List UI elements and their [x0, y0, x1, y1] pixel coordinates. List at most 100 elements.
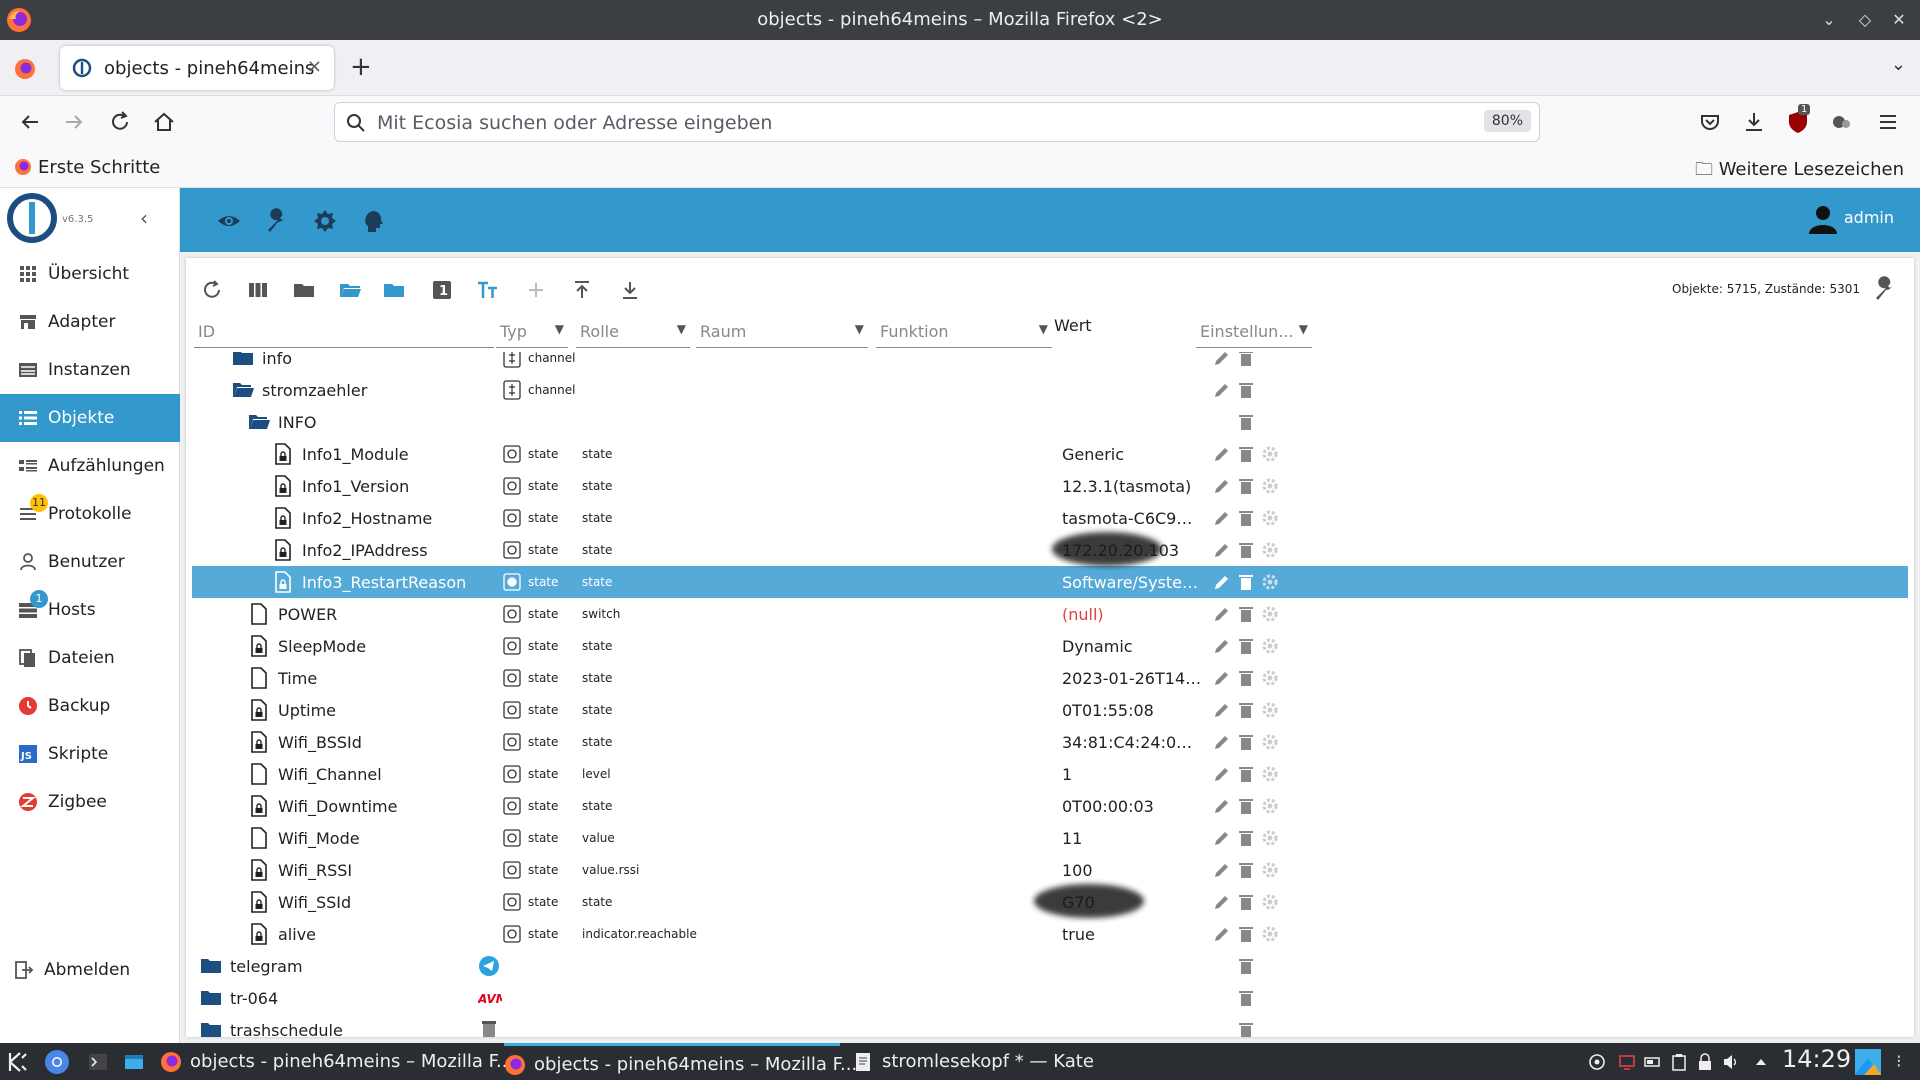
ublock-extension-icon[interactable]: 1	[1784, 104, 1812, 136]
upload-icon[interactable]	[570, 278, 594, 302]
object-value[interactable]: 11	[1062, 829, 1202, 848]
close-window-button[interactable]: ✕	[1888, 9, 1910, 31]
tab-list-chevron-icon[interactable]: ⌄	[1891, 54, 1906, 75]
reload-icon[interactable]	[106, 108, 134, 136]
object-value[interactable]: Software/System…	[1062, 573, 1202, 592]
user-name[interactable]: admin	[1844, 208, 1894, 227]
edit-pencil-icon[interactable]	[1212, 700, 1232, 720]
edit-pencil-icon[interactable]	[1212, 476, 1232, 496]
terminal-icon[interactable]	[88, 1052, 108, 1072]
tree-row-tr-064[interactable]: tr-064 AVM	[192, 982, 1908, 1014]
edit-pencil-icon[interactable]	[1212, 796, 1232, 816]
delete-trash-icon[interactable]	[1236, 508, 1256, 528]
chromium-icon[interactable]	[44, 1049, 70, 1075]
raum-filter-select[interactable]: Raum ▼	[696, 314, 868, 348]
tree-row-info[interactable]: info channel	[192, 352, 1908, 374]
settings-gear-icon[interactable]	[1260, 636, 1280, 656]
tree-row-alive[interactable]: alive state indicator.reachable true	[192, 918, 1908, 950]
tray-lock-icon[interactable]	[1696, 1053, 1714, 1071]
settings-gear-icon[interactable]	[1260, 476, 1280, 496]
new-tab-button[interactable]: +	[350, 54, 372, 80]
tree-row-power[interactable]: POWER state switch (null)	[192, 598, 1908, 630]
taskbar-clock[interactable]: 14:29	[1782, 1045, 1851, 1073]
delete-trash-icon[interactable]	[1236, 604, 1256, 624]
delete-trash-icon[interactable]	[1236, 732, 1256, 752]
refresh-icon[interactable]	[200, 278, 224, 302]
pocket-icon[interactable]	[1696, 108, 1724, 136]
edit-pencil-icon[interactable]	[1212, 860, 1232, 880]
object-value[interactable]: Dynamic	[1062, 637, 1202, 656]
tray-updates-icon[interactable]	[1588, 1053, 1606, 1071]
settings-gear-icon[interactable]	[1260, 508, 1280, 528]
tray-overflow-icon[interactable]: ⁝	[1896, 1051, 1902, 1072]
tree-row-info1-module[interactable]: Info1_Module state state Generic	[192, 438, 1908, 470]
sidebar-item-skripte[interactable]: JS Skripte	[0, 730, 180, 778]
edit-pencil-icon[interactable]	[1212, 572, 1232, 592]
delete-trash-icon[interactable]	[1236, 764, 1256, 784]
columns-icon[interactable]	[246, 278, 270, 302]
delete-trash-icon[interactable]	[1236, 444, 1256, 464]
tray-volume-icon[interactable]	[1722, 1053, 1740, 1071]
delete-trash-icon[interactable]	[1236, 636, 1256, 656]
text-size-icon[interactable]	[476, 278, 500, 302]
settings-wrench-icon[interactable]	[1872, 276, 1898, 302]
tree-row-wifi-rssi[interactable]: Wifi_RSSI state value.rssi 100	[192, 854, 1908, 886]
tab-close-icon[interactable]: ×	[307, 56, 322, 77]
edit-pencil-icon[interactable]	[1212, 732, 1232, 752]
settings-gear-icon[interactable]	[1260, 604, 1280, 624]
settings-gear-icon[interactable]	[1260, 444, 1280, 464]
object-value[interactable]: 12.3.1(tasmota)	[1062, 477, 1202, 496]
sidebar-item-aufzaehlungen[interactable]: Aufzählungen	[0, 442, 180, 490]
tray-expand-arrow-icon[interactable]	[1752, 1053, 1770, 1071]
tree-row-wifi-channel[interactable]: Wifi_Channel state level 1	[192, 758, 1908, 790]
object-value[interactable]: Generic	[1062, 445, 1202, 464]
object-value[interactable]: 100	[1062, 861, 1202, 880]
object-value[interactable]: true	[1062, 925, 1202, 944]
home-icon[interactable]	[150, 108, 178, 136]
tray-display-icon[interactable]	[1618, 1053, 1636, 1071]
delete-trash-icon[interactable]	[1236, 476, 1256, 496]
sidebar-item-objekte[interactable]: Objekte	[0, 394, 180, 442]
edit-pencil-icon[interactable]	[1212, 352, 1232, 368]
delete-trash-icon[interactable]	[1236, 892, 1256, 912]
tree-row-time[interactable]: Time state state 2023-01-26T14:2…	[192, 662, 1908, 694]
sidebar-item-uebersicht[interactable]: Übersicht	[0, 250, 180, 298]
delete-trash-icon[interactable]	[1236, 956, 1256, 976]
settings-gear-icon[interactable]	[1260, 540, 1280, 560]
collapse-all-folder-icon[interactable]	[382, 278, 406, 302]
sidebar-item-zigbee[interactable]: Zigbee	[0, 778, 180, 826]
expand-all-folder-icon[interactable]	[338, 278, 362, 302]
object-value[interactable]: tasmota-C6C98D…	[1062, 509, 1202, 528]
settings-gear-icon[interactable]	[1260, 764, 1280, 784]
edit-pencil-icon[interactable]	[1212, 668, 1232, 688]
taskbar-firefox-window-1[interactable]: objects - pineh64meins – Mozilla F...	[160, 1043, 513, 1080]
sidebar-item-backup[interactable]: Backup	[0, 682, 180, 730]
id-filter-input[interactable]: ID	[194, 314, 494, 348]
funktion-filter-select[interactable]: Funktion ▼	[876, 314, 1052, 348]
collapse-sidebar-chevron-icon[interactable]: ‹	[140, 206, 148, 230]
edit-pencil-icon[interactable]	[1212, 540, 1232, 560]
edit-pencil-icon[interactable]	[1212, 380, 1232, 400]
maximize-button[interactable]: ◇	[1854, 9, 1876, 31]
folder-icon[interactable]	[292, 278, 316, 302]
object-value[interactable]: 1	[1062, 765, 1202, 784]
brightness-icon[interactable]	[312, 208, 338, 234]
edit-pencil-icon[interactable]	[1212, 636, 1232, 656]
expand-level-one-icon[interactable]: 1	[430, 278, 454, 302]
tree-row-telegram[interactable]: telegram	[192, 950, 1908, 982]
edit-pencil-icon[interactable]	[1212, 764, 1232, 784]
delete-trash-icon[interactable]	[1236, 572, 1256, 592]
settings-gear-icon[interactable]	[1260, 892, 1280, 912]
delete-trash-icon[interactable]	[1236, 352, 1256, 368]
tray-clipboard-icon[interactable]	[1670, 1053, 1688, 1071]
sidebar-item-instanzen[interactable]: Instanzen	[0, 346, 180, 394]
tree-row-trashschedule[interactable]: trashschedule	[192, 1014, 1908, 1037]
delete-trash-icon[interactable]	[1236, 700, 1256, 720]
delete-trash-icon[interactable]	[1236, 540, 1256, 560]
wrench-icon[interactable]	[264, 208, 290, 234]
delete-trash-icon[interactable]	[1236, 988, 1256, 1008]
zoom-level-button[interactable]: 80%	[1483, 110, 1531, 132]
settings-gear-icon[interactable]	[1260, 796, 1280, 816]
settings-gear-icon[interactable]	[1260, 732, 1280, 752]
tree-row-sleepmode[interactable]: SleepMode state state Dynamic	[192, 630, 1908, 662]
